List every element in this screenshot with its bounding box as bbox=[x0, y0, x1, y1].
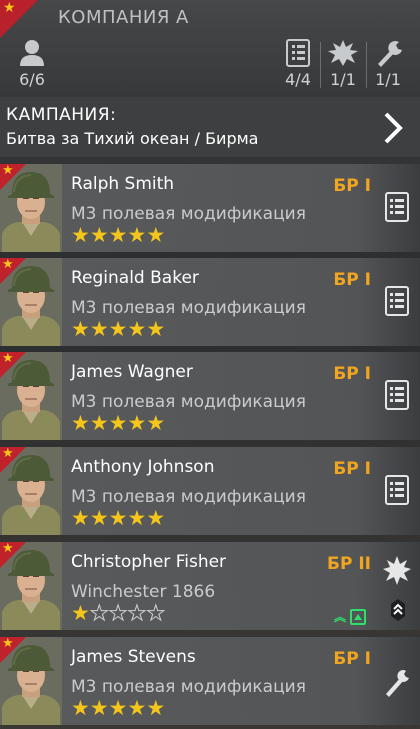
soldier-stars: ★★★★★ bbox=[71, 507, 165, 529]
star-empty-icon: ★ bbox=[108, 601, 128, 625]
star-empty-icon: ★ bbox=[127, 601, 147, 625]
clipboard-icon bbox=[385, 475, 409, 505]
soldier-stars: ★★★★★ bbox=[71, 318, 165, 340]
soldier-name: James Wagner bbox=[71, 362, 193, 382]
squad-header: ★ КОМПАНИЯ А 6/6 4/4 1/1 1/1 bbox=[0, 0, 420, 93]
wrench-icon bbox=[378, 40, 402, 67]
soldier-rank: БР I bbox=[333, 270, 371, 290]
star-filled-icon: ★ bbox=[71, 601, 90, 625]
clipboard-icon bbox=[385, 286, 409, 316]
soldier-weapon: M3 полевая модификация bbox=[71, 204, 306, 224]
soldier-stars: ★★★★★ bbox=[71, 224, 165, 246]
star-filled-icon: ★ bbox=[89, 506, 109, 530]
wrench-stat: 1/1 bbox=[368, 38, 408, 89]
wrench-icon bbox=[386, 669, 409, 697]
upgrade-box-icon bbox=[350, 609, 366, 625]
soldier-weapon: M3 полевая модификация bbox=[71, 487, 306, 507]
soldier-card[interactable]: ★ James Wagner M3 полевая модификация ★★… bbox=[0, 351, 420, 440]
soldier-card[interactable]: ★ Ralph Smith M3 полевая модификация ★★★… bbox=[0, 163, 420, 252]
star-icon: ★ bbox=[2, 351, 14, 366]
soldier-rank: БР I bbox=[333, 364, 371, 384]
star-filled-icon: ★ bbox=[127, 506, 147, 530]
soldier-card[interactable]: ★ Christopher Fisher Winchester 1866 ★★★… bbox=[0, 541, 420, 630]
soldier-weapon: M3 полевая модификация bbox=[71, 392, 306, 412]
star-filled-icon: ★ bbox=[71, 317, 90, 341]
star-filled-icon: ★ bbox=[108, 317, 128, 341]
star-filled-icon: ★ bbox=[89, 317, 109, 341]
soldiers-count: 6/6 bbox=[19, 70, 45, 89]
soldiers-count-stat: 6/6 bbox=[10, 38, 54, 89]
soldier-stars: ★★★★★ bbox=[71, 697, 165, 719]
soldier-name: Ralph Smith bbox=[71, 174, 175, 194]
divider bbox=[320, 42, 321, 88]
star-filled-icon: ★ bbox=[71, 506, 90, 530]
star-icon: ★ bbox=[2, 257, 14, 272]
campaign-name: Битва за Тихий океан / Бирма bbox=[6, 129, 259, 148]
soldier-name: Anthony Johnson bbox=[71, 457, 215, 477]
soldier-rank: БР I bbox=[333, 649, 371, 669]
soldier-rank: БР I bbox=[333, 459, 371, 479]
star-filled-icon: ★ bbox=[108, 506, 128, 530]
soldier-name: James Stevens bbox=[71, 647, 196, 667]
star-empty-icon: ★ bbox=[89, 601, 109, 625]
star-filled-icon: ★ bbox=[127, 317, 147, 341]
clipboard-count: 4/4 bbox=[285, 70, 311, 89]
star-filled-icon: ★ bbox=[89, 411, 109, 435]
explosion-icon bbox=[328, 40, 358, 66]
soldier-stars: ★★★★★ bbox=[71, 601, 166, 625]
double-chevron-up-icon: ︽ bbox=[333, 610, 346, 624]
star-filled-icon: ★ bbox=[146, 696, 166, 720]
campaign-selector[interactable]: КАМПАНИЯ: Битва за Тихий океан / Бирма bbox=[0, 97, 420, 157]
star-filled-icon: ★ bbox=[108, 696, 128, 720]
explosion-icon bbox=[383, 556, 411, 585]
wrench-count: 1/1 bbox=[375, 70, 401, 89]
explosion-stat: 1/1 bbox=[322, 38, 364, 89]
clipboard-stat: 4/4 bbox=[278, 38, 318, 89]
soldier-weapon: M3 полевая модификация bbox=[71, 677, 306, 697]
star-filled-icon: ★ bbox=[89, 223, 109, 247]
star-filled-icon: ★ bbox=[127, 696, 147, 720]
soldier-rank: БР II bbox=[327, 554, 371, 574]
star-filled-icon: ★ bbox=[71, 696, 90, 720]
soldier-name: Reginald Baker bbox=[71, 268, 199, 288]
clipboard-icon bbox=[286, 39, 310, 67]
upgrade-indicators[interactable]: ︽ bbox=[334, 609, 366, 625]
campaign-label: КАМПАНИЯ: bbox=[6, 105, 117, 125]
soldier-weapon: Winchester 1866 bbox=[71, 582, 216, 602]
star-icon: ★ bbox=[3, 0, 16, 16]
star-empty-icon: ★ bbox=[146, 601, 166, 625]
chevron-right-icon[interactable] bbox=[380, 111, 406, 145]
star-icon: ★ bbox=[2, 446, 14, 461]
star-filled-icon: ★ bbox=[146, 223, 166, 247]
star-icon: ★ bbox=[2, 636, 14, 651]
clipboard-icon bbox=[385, 192, 409, 222]
soldier-card[interactable]: ★ James Stevens M3 полевая модификация ★… bbox=[0, 636, 420, 725]
explosion-count: 1/1 bbox=[330, 70, 356, 89]
star-filled-icon: ★ bbox=[71, 223, 90, 247]
soldier-rank: БР I bbox=[333, 176, 371, 196]
star-filled-icon: ★ bbox=[146, 506, 166, 530]
star-filled-icon: ★ bbox=[108, 223, 128, 247]
star-filled-icon: ★ bbox=[127, 223, 147, 247]
clipboard-icon bbox=[385, 380, 409, 410]
star-icon: ★ bbox=[2, 163, 14, 178]
star-filled-icon: ★ bbox=[71, 411, 90, 435]
star-filled-icon: ★ bbox=[127, 411, 147, 435]
star-filled-icon: ★ bbox=[146, 317, 166, 341]
star-filled-icon: ★ bbox=[146, 411, 166, 435]
soldier-stars: ★★★★★ bbox=[71, 412, 165, 434]
squad-name: КОМПАНИЯ А bbox=[58, 7, 189, 28]
soldier-name: Christopher Fisher bbox=[71, 552, 227, 572]
soldier-card[interactable]: ★ Reginald Baker M3 полевая модификация … bbox=[0, 257, 420, 346]
star-filled-icon: ★ bbox=[89, 696, 109, 720]
divider bbox=[366, 42, 367, 88]
soldier-card[interactable]: ★ Anthony Johnson M3 полевая модификация… bbox=[0, 446, 420, 535]
star-icon: ★ bbox=[2, 541, 14, 556]
rank-badge-icon bbox=[391, 599, 405, 621]
person-icon bbox=[20, 40, 44, 66]
soldier-weapon: M3 полевая модификация bbox=[71, 298, 306, 318]
star-filled-icon: ★ bbox=[108, 411, 128, 435]
